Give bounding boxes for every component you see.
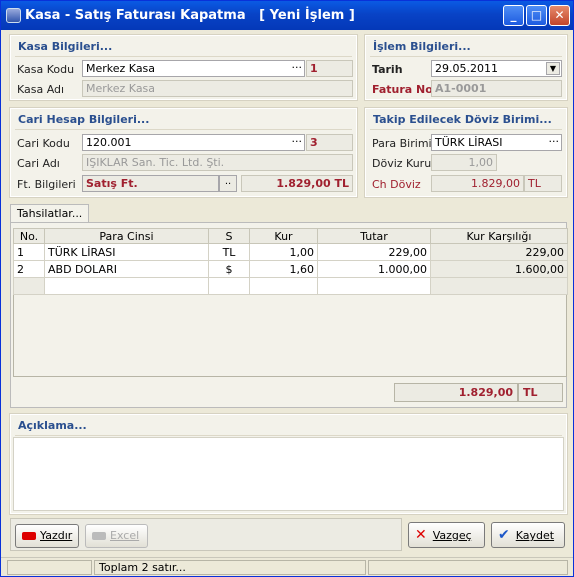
minimize-button[interactable]: _ bbox=[503, 5, 524, 26]
cell-no: 2 bbox=[13, 260, 45, 278]
window: Kasa - Satış Faturası Kapatma [ Yeni İşl… bbox=[0, 0, 574, 577]
vazgec-label: Vazgeç bbox=[432, 529, 472, 542]
tab-tahsilatlar[interactable]: Tahsilatlar... bbox=[10, 204, 90, 222]
doviz-section-title: Takip Edilecek Döviz Birimi... bbox=[373, 113, 552, 126]
tarih-input[interactable]: 29.05.2011 ▼ bbox=[431, 60, 562, 77]
table-row[interactable]: 2 ABD DOLARI $ 1,60 1.000,00 1.600,00 bbox=[13, 260, 568, 278]
aciklama-section-title: Açıklama... bbox=[18, 419, 87, 432]
ch-doviz-unit: TL bbox=[524, 175, 562, 192]
table-row[interactable]: 1 TÜRK LİRASI TL 1,00 229,00 229,00 bbox=[13, 243, 568, 261]
col-header-tutar[interactable]: Tutar bbox=[317, 228, 431, 244]
para-birimi-label: Para Birimi bbox=[372, 137, 432, 150]
excel-label: Excel bbox=[110, 529, 140, 542]
table-row-new[interactable] bbox=[13, 277, 568, 295]
cell-para-cinsi[interactable]: ABD DOLARI bbox=[44, 260, 209, 278]
col-header-no[interactable]: No. bbox=[13, 228, 45, 244]
aciklama-textarea[interactable] bbox=[13, 437, 564, 511]
cell-kur-karsiligi: 1.600,00 bbox=[430, 260, 568, 278]
tarih-value: 29.05.2011 bbox=[435, 62, 498, 75]
ch-doviz-label: Ch Döviz bbox=[372, 178, 421, 191]
tahsilat-table: No. Para Cinsi S Kur Tutar Kur Karşılığı… bbox=[13, 228, 568, 295]
aciklama-panel: Açıklama... bbox=[10, 414, 567, 514]
para-birimi-lookup-icon[interactable]: ··· bbox=[549, 135, 560, 148]
cell-kur[interactable]: 1,60 bbox=[249, 260, 318, 278]
cell-kur[interactable]: 1,00 bbox=[249, 243, 318, 261]
ft-bilgileri-label: Ft. Bilgileri bbox=[17, 178, 76, 191]
kasa-kodu-input[interactable]: Merkez Kasa ··· bbox=[82, 60, 305, 77]
cell-para-cinsi[interactable]: TÜRK LİRASI bbox=[44, 243, 209, 261]
kasa-kodu-no: 1 bbox=[306, 60, 353, 77]
kasa-kodu-value: Merkez Kasa bbox=[86, 62, 156, 75]
col-header-para-cinsi[interactable]: Para Cinsi bbox=[44, 228, 209, 244]
cari-kodu-lookup-icon[interactable]: ··· bbox=[292, 135, 303, 148]
ft-bilgileri-button[interactable]: .. bbox=[219, 175, 237, 192]
window-title: Kasa - Satış Faturası Kapatma [ Yeni İşl… bbox=[25, 8, 355, 23]
para-birimi-value: TÜRK LİRASI bbox=[435, 136, 503, 149]
chevron-down-icon[interactable]: ▼ bbox=[546, 62, 560, 75]
islem-panel: İşlem Bilgileri... Tarih 29.05.2011 ▼ Fat… bbox=[365, 35, 567, 100]
cell-s: TL bbox=[208, 243, 250, 261]
total-amount: 1.829,00 bbox=[394, 383, 518, 402]
excel-button[interactable]: Excel bbox=[85, 524, 148, 548]
cell-s: $ bbox=[208, 260, 250, 278]
cell-tutar[interactable]: 229,00 bbox=[317, 243, 431, 261]
cari-kodu-value: 120.001 bbox=[86, 136, 132, 149]
total-unit: TL bbox=[518, 383, 563, 402]
excel-icon bbox=[92, 532, 106, 540]
title-bar: Kasa - Satış Faturası Kapatma [ Yeni İşl… bbox=[1, 1, 573, 30]
kasa-section-title: Kasa Bilgileri... bbox=[18, 40, 113, 53]
kasa-adi-label: Kasa Adı bbox=[17, 83, 65, 96]
app-icon bbox=[6, 8, 21, 23]
maximize-button[interactable]: □ bbox=[526, 5, 547, 26]
cari-kodu-input[interactable]: 120.001 ··· bbox=[82, 134, 305, 151]
fatura-no-field: A1-0001 bbox=[431, 80, 562, 97]
cancel-icon: ✕ bbox=[415, 527, 427, 543]
ch-doviz-field: 1.829,00 bbox=[431, 175, 524, 192]
cari-kodu-no: 3 bbox=[306, 134, 353, 151]
col-header-kur-karsiligi[interactable]: Kur Karşılığı bbox=[430, 228, 568, 244]
cari-panel: Cari Hesap Bilgileri... Cari Kodu 120.00… bbox=[10, 108, 357, 197]
printer-icon bbox=[22, 532, 36, 540]
kaydet-button[interactable]: ✔ Kaydet bbox=[491, 522, 565, 548]
ft-amount-field: 1.829,00 TL bbox=[241, 175, 353, 192]
kasa-kodu-label: Kasa Kodu bbox=[17, 63, 75, 76]
cari-adi-label: Cari Adı bbox=[17, 157, 60, 170]
kaydet-label: Kaydet bbox=[515, 529, 555, 542]
kasa-panel: Kasa Bilgileri... Kasa Kodu Merkez Kasa ·… bbox=[10, 35, 357, 100]
close-button[interactable]: ✕ bbox=[549, 5, 570, 26]
col-header-kur[interactable]: Kur bbox=[249, 228, 318, 244]
doviz-kuru-label: Döviz Kuru bbox=[372, 157, 432, 170]
doviz-kuru-field: 1,00 bbox=[431, 154, 497, 171]
cell-no: 1 bbox=[13, 243, 45, 261]
yazdir-label: Yazdır bbox=[40, 529, 73, 542]
cell-tutar[interactable]: 1.000,00 bbox=[317, 260, 431, 278]
cell-kur-karsiligi: 229,00 bbox=[430, 243, 568, 261]
fatura-no-label: Fatura No. bbox=[372, 83, 438, 96]
col-header-s[interactable]: S bbox=[208, 228, 250, 244]
cari-adi-field: IŞIKLAR San. Tic. Ltd. Şti. bbox=[82, 154, 353, 171]
tarih-label: Tarih bbox=[372, 63, 403, 76]
kasa-kodu-lookup-icon[interactable]: ··· bbox=[292, 61, 303, 74]
vazgec-button[interactable]: ✕ Vazgeç bbox=[408, 522, 485, 548]
kasa-adi-field: Merkez Kasa bbox=[82, 80, 353, 97]
yazdir-button[interactable]: Yazdır bbox=[15, 524, 79, 548]
cari-kodu-label: Cari Kodu bbox=[17, 137, 70, 150]
para-birimi-input[interactable]: TÜRK LİRASI ··· bbox=[431, 134, 562, 151]
doviz-panel: Takip Edilecek Döviz Birimi... Para Biri… bbox=[365, 108, 567, 197]
status-bar: Toplam 2 satır... bbox=[1, 557, 573, 576]
check-icon: ✔ bbox=[498, 527, 510, 543]
ft-bilgileri-field: Satış Ft. bbox=[82, 175, 219, 192]
status-text: Toplam 2 satır... bbox=[94, 560, 366, 575]
islem-section-title: İşlem Bilgileri... bbox=[373, 40, 471, 53]
cari-section-title: Cari Hesap Bilgileri... bbox=[18, 113, 150, 126]
